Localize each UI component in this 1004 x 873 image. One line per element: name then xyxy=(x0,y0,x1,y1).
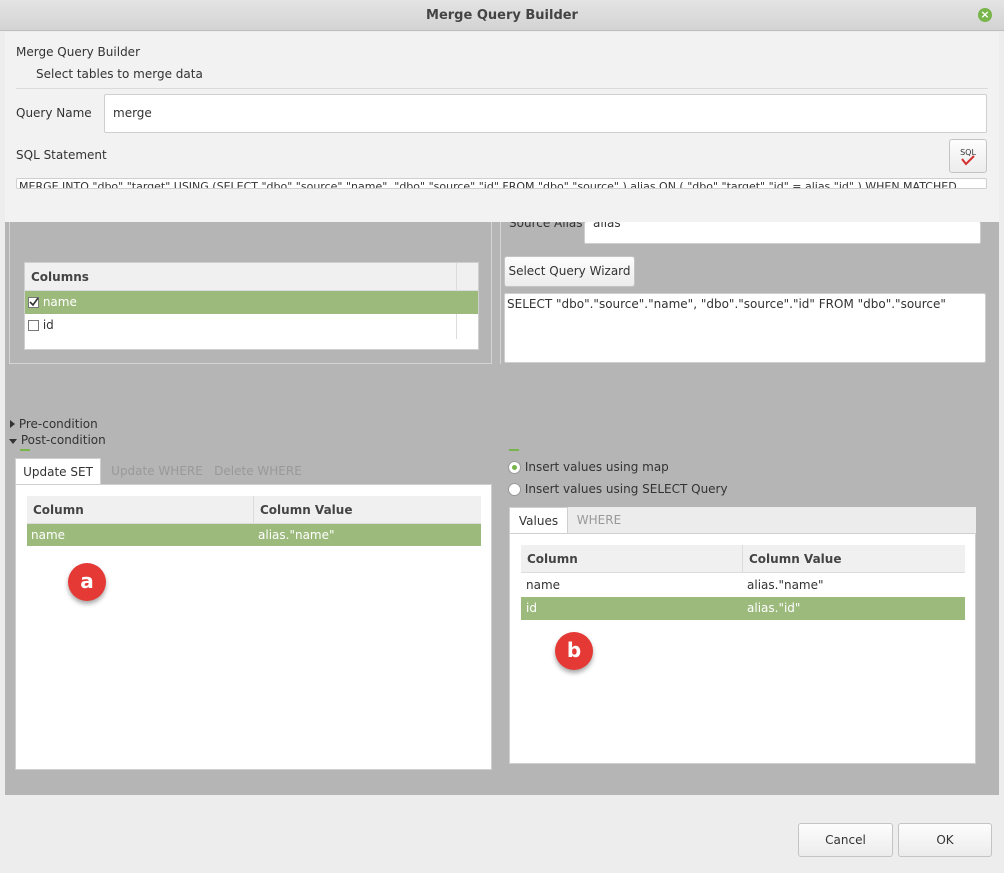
header-column-value: Column Value xyxy=(749,552,842,566)
tab-label: Update SET xyxy=(23,465,93,479)
cell-column-value: alias."name" xyxy=(258,528,335,542)
insert-select-option[interactable]: Insert values using SELECT Query xyxy=(508,482,728,496)
tab-label: Delete WHERE xyxy=(214,464,302,478)
cell-column: name xyxy=(31,528,66,542)
header-column: Column xyxy=(521,545,743,572)
sql-check-icon: SQL xyxy=(960,148,976,166)
tab-delete-where[interactable]: Delete WHERE xyxy=(211,458,305,484)
insert-tabs: Values WHERE xyxy=(509,507,976,535)
annotation-badge-b: b xyxy=(555,632,593,670)
ok-button[interactable]: OK xyxy=(898,823,992,857)
tab-update-where[interactable]: Update WHERE xyxy=(105,458,209,484)
annotation-badge-a: a xyxy=(68,563,106,601)
cell-column-value: alias."name" xyxy=(747,578,824,592)
cancel-button[interactable]: Cancel xyxy=(798,823,893,857)
columns-header-label: Columns xyxy=(31,270,89,284)
table-row[interactable]: name alias."name" xyxy=(27,524,481,546)
header-column: Column xyxy=(27,496,254,523)
columns-header: Columns xyxy=(25,263,478,291)
insert-select-label: Insert values using SELECT Query xyxy=(524,482,728,496)
header-column-value: Column Value xyxy=(260,503,353,517)
update-set-grid: Column Column Value name alias."name" xyxy=(27,496,481,548)
expand-icon xyxy=(10,420,15,428)
tab-where[interactable]: WHERE xyxy=(570,507,628,533)
tab-update-set[interactable]: Update SET xyxy=(15,458,101,484)
section-accent-right xyxy=(509,449,519,451)
select-query-value: SELECT "dbo"."source"."name", "dbo"."sou… xyxy=(507,297,946,311)
select-query-textarea[interactable]: SELECT "dbo"."source"."name", "dbo"."sou… xyxy=(504,293,986,363)
update-grid-header: Column Column Value xyxy=(27,496,481,524)
source-alias-label: Source Alias xyxy=(509,222,583,230)
column-label-id: id xyxy=(42,318,54,332)
radio-insert-map[interactable] xyxy=(508,461,521,474)
check-icon xyxy=(29,297,39,307)
tab-label: WHERE xyxy=(576,513,622,527)
ok-label: OK xyxy=(936,833,954,847)
cell-column-value: alias."id" xyxy=(747,601,801,615)
header-divider xyxy=(16,88,988,89)
query-name-value: merge xyxy=(113,106,152,120)
update-set-panel: Column Column Value name alias."name" xyxy=(15,484,492,770)
window-title: Merge Query Builder xyxy=(426,8,578,23)
insert-map-option[interactable]: Insert values using map xyxy=(508,460,669,474)
cancel-label: Cancel xyxy=(825,833,866,847)
sql-statement-value: MERGE INTO "dbo"."target" USING (SELECT … xyxy=(19,180,957,189)
column-row-id[interactable]: id xyxy=(25,314,478,337)
post-condition-toggle[interactable]: Post-condition xyxy=(9,433,106,447)
window-title-bar: Merge Query Builder xyxy=(0,0,1004,31)
header-subtitle: Select tables to merge data xyxy=(36,67,203,81)
sql-check-button[interactable]: SQL xyxy=(949,139,987,173)
table-row[interactable]: id alias."id" xyxy=(521,597,965,620)
insert-map-label: Insert values using map xyxy=(524,460,669,474)
source-alias-input[interactable]: alias xyxy=(584,222,981,244)
pre-condition-label: Pre-condition xyxy=(18,417,98,431)
pre-condition-toggle[interactable]: Pre-condition xyxy=(10,417,98,431)
cell-column: id xyxy=(526,601,537,615)
select-query-wizard-button[interactable]: Select Query Wizard xyxy=(504,256,635,287)
collapse-icon xyxy=(9,439,17,444)
radio-insert-select[interactable] xyxy=(508,483,521,496)
cell-column: name xyxy=(526,578,561,592)
column-row-name[interactable]: name xyxy=(25,291,478,314)
sql-icon-text: SQL xyxy=(960,148,976,157)
source-alias-label-clip: Source Alias xyxy=(509,222,583,232)
tab-values[interactable]: Values xyxy=(509,507,568,533)
query-name-input[interactable]: merge xyxy=(104,94,987,133)
section-accent xyxy=(20,449,30,451)
query-name-label: Query Name xyxy=(16,106,92,120)
wizard-button-label: Select Query Wizard xyxy=(508,264,631,278)
sql-statement-field[interactable]: MERGE INTO "dbo"."target" USING (SELECT … xyxy=(16,178,987,189)
close-icon[interactable]: × xyxy=(978,8,992,22)
tab-label: Update WHERE xyxy=(111,464,203,478)
sql-statement-label: SQL Statement xyxy=(16,148,107,162)
source-alias-value: alias xyxy=(593,222,621,230)
tab-label: Values xyxy=(518,514,559,528)
table-row[interactable]: name alias."name" xyxy=(521,574,965,596)
header-title: Merge Query Builder xyxy=(16,45,140,59)
post-condition-label: Post-condition xyxy=(20,433,106,447)
column-label-name: name xyxy=(42,295,77,309)
column-checkbox-id[interactable] xyxy=(28,320,39,331)
columns-grid: Columns name id xyxy=(24,262,479,350)
insert-values-grid: Column Column Value name alias."name" id… xyxy=(521,545,965,621)
insert-grid-header: Column Column Value xyxy=(521,545,965,573)
update-tabs: Update SET Update WHERE Delete WHERE xyxy=(15,458,492,486)
column-checkbox-name[interactable] xyxy=(28,297,39,308)
